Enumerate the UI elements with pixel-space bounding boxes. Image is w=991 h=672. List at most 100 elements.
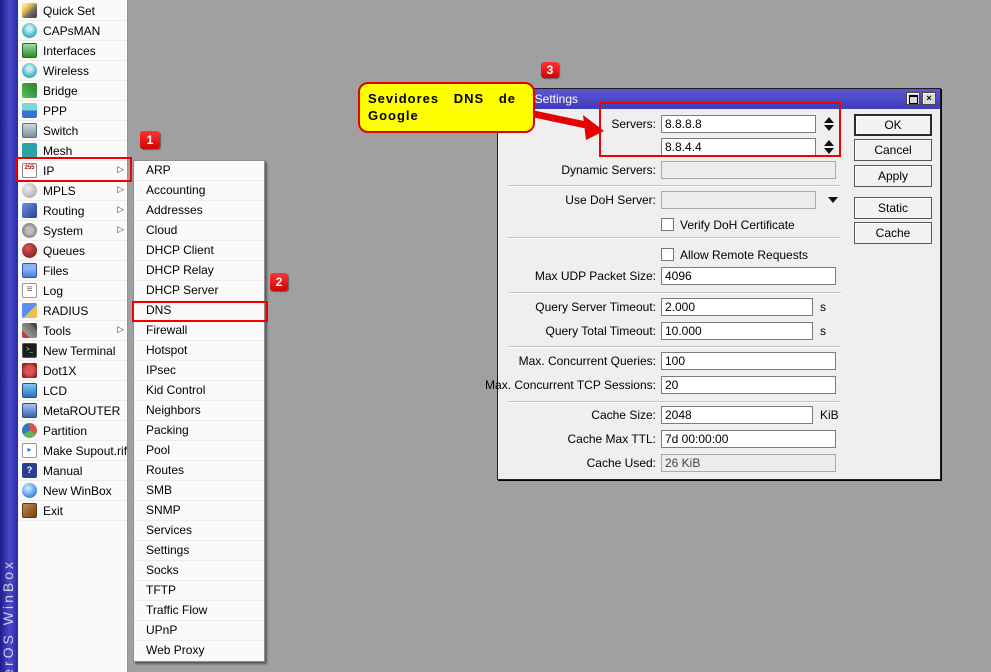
brand-strip: RouterOS WinBox — [0, 0, 18, 672]
callout-text-line2: Google — [368, 107, 525, 124]
ip-submenu-item-label: Pool — [146, 443, 170, 457]
ip-submenu-item[interactable]: DHCP Relay — [134, 261, 264, 281]
ip-submenu-item[interactable]: Cloud — [134, 221, 264, 241]
query-total-timeout-input[interactable] — [661, 322, 813, 340]
use-doh-server-label: Use DoH Server: — [458, 191, 656, 209]
sidebar-menu-item[interactable]: Exit — [18, 501, 127, 521]
ip-submenu-item[interactable]: ARP — [134, 161, 264, 181]
sidebar-menu-item[interactable]: Quick Set — [18, 1, 127, 21]
sidebar-item-label: Manual — [43, 464, 82, 478]
manual-icon — [22, 463, 37, 478]
submenu-chevron-icon: ▷ — [117, 184, 124, 195]
ip-submenu: ARP Accounting Addresses Cloud DHCP Clie… — [133, 160, 265, 662]
sidebar-menu-item[interactable]: Manual — [18, 461, 127, 481]
sidebar-menu-item[interactable]: RADIUS — [18, 301, 127, 321]
sidebar-menu-item[interactable]: New WinBox — [18, 481, 127, 501]
sidebar-menu-item[interactable]: Wireless — [18, 61, 127, 81]
sidebar-item-label: Make Supout.rif — [43, 444, 127, 458]
separator — [508, 237, 841, 239]
ip-submenu-item[interactable]: Accounting — [134, 181, 264, 201]
sidebar-item-label: Files — [43, 264, 68, 278]
query-server-timeout-input[interactable] — [661, 298, 813, 316]
submenu-chevron-icon: ▷ — [117, 324, 124, 335]
sidebar-menu-item[interactable]: Make Supout.rif — [18, 441, 127, 461]
sidebar-menu-item[interactable]: MPLS ▷ — [18, 181, 127, 201]
ip-submenu-item[interactable]: Firewall — [134, 321, 264, 341]
allow-remote-requests-label: Allow Remote Requests — [680, 246, 808, 264]
mpls-icon — [22, 183, 37, 198]
sidebar-menu-item[interactable]: Dot1X — [18, 361, 127, 381]
ip-submenu-item[interactable]: Routes — [134, 461, 264, 481]
sidebar-menu-item[interactable]: Interfaces — [18, 41, 127, 61]
cancel-button[interactable]: Cancel — [854, 139, 932, 161]
ip-submenu-item-label: IPsec — [146, 363, 176, 377]
max-concurrent-queries-input[interactable] — [661, 352, 836, 370]
new-terminal-icon — [22, 343, 37, 358]
cache-size-input[interactable] — [661, 406, 813, 424]
callout-text-line1: Sevidores DNS de — [368, 90, 525, 107]
ip-submenu-item-label: Cloud — [146, 223, 177, 237]
allow-remote-requests-checkbox[interactable] — [661, 248, 674, 261]
mesh-icon — [22, 143, 37, 158]
ip-submenu-item[interactable]: TFTP — [134, 581, 264, 601]
ip-submenu-item[interactable]: Pool — [134, 441, 264, 461]
verify-doh-certificate-checkbox[interactable] — [661, 218, 674, 231]
ip-submenu-item[interactable]: Addresses — [134, 201, 264, 221]
sidebar-menu-item[interactable]: Routing ▷ — [18, 201, 127, 221]
cache-max-ttl-input[interactable] — [661, 430, 836, 448]
sidebar-menu-item[interactable]: Switch — [18, 121, 127, 141]
ip-submenu-item[interactable]: Packing — [134, 421, 264, 441]
sidebar-menu-item[interactable]: Tools ▷ — [18, 321, 127, 341]
ip-submenu-item[interactable]: Settings — [134, 541, 264, 561]
ip-submenu-item[interactable]: Services — [134, 521, 264, 541]
dynamic-servers-label: Dynamic Servers: — [458, 161, 656, 179]
ip-submenu-item[interactable]: UPnP — [134, 621, 264, 641]
callout-google-dns: Sevidores DNS de Google — [358, 82, 535, 133]
max-udp-packet-size-input[interactable] — [661, 267, 836, 285]
ip-submenu-item[interactable]: Web Proxy — [134, 641, 264, 661]
ip-submenu-item[interactable]: SNMP — [134, 501, 264, 521]
sidebar-menu-item[interactable]: Log — [18, 281, 127, 301]
query-server-timeout-unit: s — [820, 298, 826, 316]
sidebar-menu-item[interactable]: Partition — [18, 421, 127, 441]
sidebar-menu-item[interactable]: LCD — [18, 381, 127, 401]
close-window-icon[interactable]: × — [922, 92, 936, 105]
use-doh-server-input — [661, 191, 816, 209]
sidebar-menu-item[interactable]: Bridge — [18, 81, 127, 101]
ip-submenu-item-label: Packing — [146, 423, 189, 437]
ip-submenu-item[interactable]: SMB — [134, 481, 264, 501]
sidebar-item-label: Quick Set — [43, 4, 95, 18]
switch-icon — [22, 123, 37, 138]
step-marker-1: 1 — [140, 131, 160, 149]
static-button[interactable]: Static — [854, 197, 932, 219]
ip-submenu-item[interactable]: Traffic Flow — [134, 601, 264, 621]
sidebar-menu-item[interactable]: Queues — [18, 241, 127, 261]
ip-submenu-item[interactable]: Kid Control — [134, 381, 264, 401]
apply-button[interactable]: Apply — [854, 165, 932, 187]
sidebar-item-label: Interfaces — [43, 44, 96, 58]
ip-submenu-item[interactable]: DHCP Client — [134, 241, 264, 261]
sidebar-menu-item[interactable]: Files — [18, 261, 127, 281]
restore-window-icon[interactable] — [906, 92, 920, 105]
sidebar-menu-item[interactable]: CAPsMAN — [18, 21, 127, 41]
cache-button[interactable]: Cache — [854, 222, 932, 244]
ip-submenu-item[interactable]: IPsec — [134, 361, 264, 381]
ok-button[interactable]: OK — [854, 114, 932, 136]
sidebar-menu-item[interactable]: PPP — [18, 101, 127, 121]
ip-submenu-item[interactable]: DHCP Server — [134, 281, 264, 301]
sidebar-menu-item[interactable]: MetaROUTER — [18, 401, 127, 421]
ip-submenu-item[interactable]: Hotspot — [134, 341, 264, 361]
step-marker-3: 3 — [541, 62, 559, 78]
max-concurrent-tcp-sessions-input[interactable] — [661, 376, 836, 394]
cache-max-ttl-label: Cache Max TTL: — [458, 430, 656, 448]
bridge-icon — [22, 83, 37, 98]
sidebar-menu-item[interactable]: System ▷ — [18, 221, 127, 241]
ip-submenu-item-label: Services — [146, 523, 192, 537]
sidebar-menu-item[interactable]: New Terminal — [18, 341, 127, 361]
make-supout-icon — [22, 443, 37, 458]
ip-submenu-item[interactable]: Socks — [134, 561, 264, 581]
doh-dropdown-caret-icon[interactable] — [828, 197, 838, 203]
ip-submenu-item[interactable]: Neighbors — [134, 401, 264, 421]
dynamic-servers-input — [661, 161, 836, 179]
sidebar-item-label: Tools — [43, 324, 71, 338]
